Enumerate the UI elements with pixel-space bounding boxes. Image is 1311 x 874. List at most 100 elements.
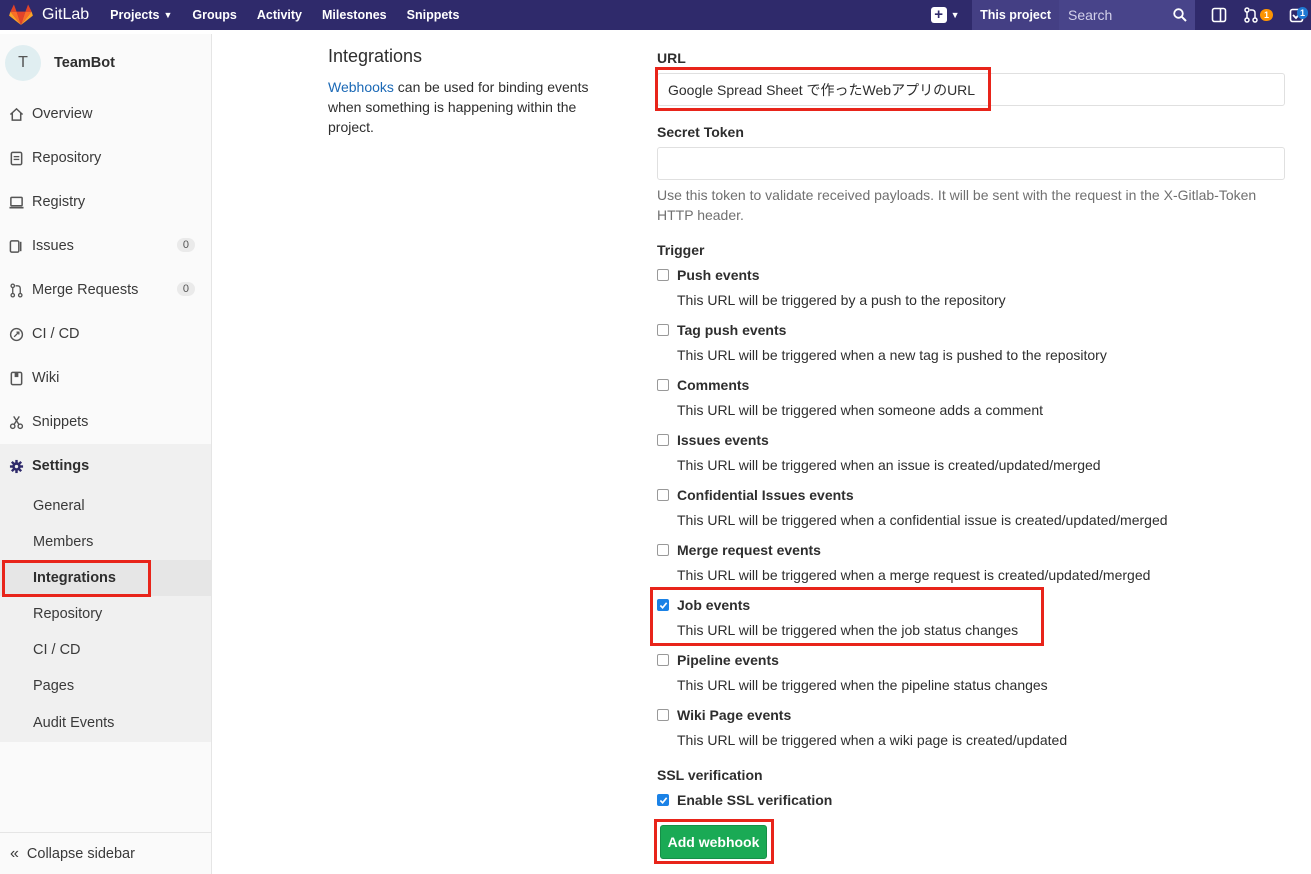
sidebar-item-label: Snippets xyxy=(32,414,89,430)
trigger-confidential-issues-events: Confidential Issues events This URL will… xyxy=(657,487,1257,528)
rocket-icon xyxy=(8,326,24,342)
issues-icon xyxy=(8,238,24,254)
gitlab-logo-icon xyxy=(9,4,33,25)
avatar: T xyxy=(5,45,41,81)
nav-projects-label: Projects xyxy=(110,8,160,22)
tag-push-events-checkbox[interactable] xyxy=(657,324,669,336)
sidebar-item-label: Overview xyxy=(32,106,93,122)
double-chevron-left-icon: « xyxy=(10,844,19,862)
push-events-checkbox[interactable] xyxy=(657,269,669,281)
pipeline-events-checkbox[interactable] xyxy=(657,654,669,666)
merge-icon xyxy=(8,282,24,298)
trigger-issues-events: Issues events This URL will be triggered… xyxy=(657,432,1257,473)
brand-name: GitLab xyxy=(42,6,90,23)
sidebar-item-label: Wiki xyxy=(32,370,60,386)
gear-icon xyxy=(8,458,24,474)
project-name: TeamBot xyxy=(54,55,115,71)
sidebar-item-snippets[interactable]: Snippets xyxy=(0,400,211,444)
chevron-down-icon: ▼ xyxy=(163,10,173,20)
search-icon xyxy=(1173,8,1187,22)
trigger-description: This URL will be triggered when a new ta… xyxy=(677,347,1107,363)
trigger-name: Merge request events xyxy=(677,542,821,558)
search-input[interactable] xyxy=(1067,7,1168,23)
page-title: Integrations xyxy=(328,46,423,66)
sidebar-toggle-button[interactable] xyxy=(1211,0,1227,30)
collapse-sidebar-button[interactable]: « Collapse sidebar xyxy=(0,832,211,874)
sidebar-item-overview[interactable]: Overview xyxy=(0,92,211,136)
secret-token-input[interactable] xyxy=(657,147,1285,180)
trigger-name: Push events xyxy=(677,267,760,283)
sidebar-item-label: Merge Requests xyxy=(32,282,139,298)
project-sidebar: T TeamBot Overview Repository Registry I… xyxy=(0,34,212,874)
merge-request-icon xyxy=(1244,7,1258,23)
trigger-comments: Comments This URL will be triggered when… xyxy=(657,377,1257,418)
nav-snippets[interactable]: Snippets xyxy=(407,8,460,22)
sidebar-item-ci-cd[interactable]: CI / CD xyxy=(0,312,211,356)
merge-requests-count-badge: 1 xyxy=(1259,9,1273,21)
panel-icon xyxy=(1211,7,1227,23)
plus-icon: + xyxy=(930,7,947,23)
trigger-description: This URL will be triggered when a confid… xyxy=(677,512,1168,528)
sidebar-item-registry[interactable]: Registry xyxy=(0,180,211,224)
ssl-verification-option: Enable SSL verification xyxy=(657,792,1257,808)
sidebar-item-issues[interactable]: Issues 0 xyxy=(0,224,211,268)
settings-sub-members[interactable]: Members xyxy=(0,524,211,560)
nav-projects[interactable]: Projects ▼ xyxy=(110,8,172,22)
sidebar-item-label: Repository xyxy=(32,150,102,166)
trigger-description: This URL will be triggered when someone … xyxy=(677,402,1043,418)
trigger-name: Confidential Issues events xyxy=(677,487,854,503)
sidebar-item-repository[interactable]: Repository xyxy=(0,136,211,180)
confidential-issues-events-checkbox[interactable] xyxy=(657,489,669,501)
settings-sub-audit-events[interactable]: Audit Events xyxy=(0,704,211,742)
settings-sub-ci-cd[interactable]: CI / CD xyxy=(0,632,211,668)
trigger-push-events: Push events This URL will be triggered b… xyxy=(657,267,1257,308)
trigger-name: Issues events xyxy=(677,432,769,448)
sidebar-item-label: Settings xyxy=(32,458,90,474)
scissors-icon xyxy=(8,414,24,430)
new-dropdown-button[interactable]: + ▼ xyxy=(928,0,962,30)
merge-request-events-checkbox[interactable] xyxy=(657,544,669,556)
sidebar-item-label: Registry xyxy=(32,194,86,210)
intro-text: Webhooks can be used for binding events … xyxy=(328,77,608,137)
nav-activity[interactable]: Activity xyxy=(257,8,302,22)
trigger-description: This URL will be triggered when an issue… xyxy=(677,457,1101,473)
trigger-tag-push-events: Tag push events This URL will be trigger… xyxy=(657,322,1257,363)
comments-checkbox[interactable] xyxy=(657,379,669,391)
enable-ssl-checkbox[interactable] xyxy=(657,794,669,806)
issues-events-checkbox[interactable] xyxy=(657,434,669,446)
trigger-merge-request-events: Merge request events This URL will be tr… xyxy=(657,542,1257,583)
wiki-page-events-checkbox[interactable] xyxy=(657,709,669,721)
trigger-wiki-page-events: Wiki Page events This URL will be trigge… xyxy=(657,707,1257,748)
todos-button[interactable]: 1 xyxy=(1289,0,1311,30)
doc-icon xyxy=(8,150,24,166)
nav-groups[interactable]: Groups xyxy=(192,8,236,22)
project-header[interactable]: T TeamBot xyxy=(0,34,211,92)
search-box xyxy=(1058,0,1195,30)
settings-sub-pages[interactable]: Pages xyxy=(0,668,211,704)
search-scope-this-project[interactable]: This project xyxy=(972,0,1059,30)
integrations-intro: Integrations Webhooks can be used for bi… xyxy=(328,46,608,137)
trigger-description: This URL will be triggered when the pipe… xyxy=(677,677,1048,693)
nav-milestones[interactable]: Milestones xyxy=(322,8,387,22)
trigger-description: This URL will be triggered when a wiki p… xyxy=(677,732,1068,748)
nav-right-area: + ▼ This project 1 xyxy=(928,0,1311,30)
trigger-name: Pipeline events xyxy=(677,652,779,668)
sidebar-item-wiki[interactable]: Wiki xyxy=(0,356,211,400)
trigger-name: Comments xyxy=(677,377,750,393)
trigger-pipeline-events: Pipeline events This URL will be trigger… xyxy=(657,652,1257,693)
gitlab-home-link[interactable]: GitLab xyxy=(9,0,89,30)
todos-count-badge: 1 xyxy=(1297,7,1309,19)
webhooks-link[interactable]: Webhooks xyxy=(328,79,394,95)
highlight-url-input xyxy=(655,67,991,111)
settings-sub-repository[interactable]: Repository xyxy=(0,596,211,632)
highlight-integrations xyxy=(2,560,151,597)
sidebar-item-merge-requests[interactable]: Merge Requests 0 xyxy=(0,268,211,312)
sidebar-item-settings[interactable]: Settings xyxy=(0,444,211,488)
secret-token-help: Use this token to validate received payl… xyxy=(657,187,1257,223)
trigger-label: Trigger xyxy=(657,242,705,258)
settings-sub-general[interactable]: General xyxy=(0,488,211,524)
merge-requests-count-badge: 0 xyxy=(176,282,195,296)
merge-requests-button[interactable]: 1 xyxy=(1243,0,1273,30)
issues-count-badge: 0 xyxy=(176,238,195,252)
secret-token-label: Secret Token xyxy=(657,124,744,140)
